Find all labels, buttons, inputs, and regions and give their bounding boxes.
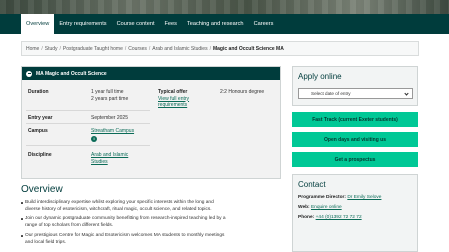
breadcrumb-pgt-home[interactable]: Postgraduate Taught home bbox=[63, 46, 123, 52]
discipline-link-line2[interactable]: Studies bbox=[91, 159, 108, 166]
nav-tab-teaching-research[interactable]: Teaching and research bbox=[182, 14, 249, 34]
breadcrumb-separator: / bbox=[41, 45, 43, 52]
overview-bullet-text: Join our dynamic postgraduate community … bbox=[25, 216, 226, 221]
overview-heading: Overview bbox=[21, 184, 63, 195]
breadcrumb-arab-islamic[interactable]: Arab and Islamic Studies bbox=[152, 46, 207, 52]
entry-date-select-value: Select date of entry bbox=[311, 91, 351, 96]
chevron-down-icon bbox=[404, 90, 409, 96]
overview-bullet-continued: and local field trips. bbox=[25, 240, 287, 246]
collapse-icon[interactable] bbox=[26, 70, 32, 77]
hero-image-strip bbox=[0, 0, 449, 14]
web-row: Web: Enquire online bbox=[298, 205, 342, 210]
duration-part-time: 2 years part time bbox=[91, 95, 129, 102]
nav-tab-fees[interactable]: Fees bbox=[160, 14, 182, 34]
breadcrumb-home[interactable]: Home bbox=[26, 46, 39, 52]
phone-label: Phone: bbox=[298, 215, 315, 220]
overview-bullet-text: and local field trips. bbox=[25, 240, 67, 245]
typical-offer-value: 2:2 Honours degree bbox=[220, 89, 265, 95]
prospectus-button[interactable]: Get a prospectus bbox=[292, 152, 418, 167]
overview-bullet: Build interdisciplinary expertise whilst… bbox=[21, 200, 287, 206]
entry-year-value: September 2025 bbox=[91, 115, 128, 121]
phone-link[interactable]: +44 (0)1392 72 72 72 bbox=[316, 215, 362, 220]
web-label: Web: bbox=[298, 205, 310, 210]
panel-title: MA Magic and Occult Science bbox=[36, 70, 107, 77]
bullet-dot bbox=[21, 235, 23, 237]
campus-link[interactable]: Streatham Campus bbox=[91, 128, 134, 135]
overview-bullet-text: diverse history of esotericism, witchcra… bbox=[25, 207, 212, 212]
panel-body: Duration 1 year full time 2 years part t… bbox=[22, 80, 280, 178]
contact-box: Contact Programme Director: Dr Emily Sel… bbox=[292, 174, 418, 252]
breadcrumb-separator: / bbox=[209, 45, 211, 52]
bullet-dot bbox=[21, 202, 23, 204]
programme-director-row: Programme Director: Dr Emily Selove bbox=[298, 195, 381, 200]
phone-row: Phone: +44 (0)1392 72 72 72 bbox=[298, 215, 362, 220]
open-days-button[interactable]: Open days and visiting us bbox=[292, 132, 418, 147]
programme-director-link[interactable]: Dr Emily Selove bbox=[347, 195, 381, 200]
fast-track-button[interactable]: Fast Track (current Exeter students) bbox=[292, 112, 418, 127]
entry-date-select[interactable]: Select date of entry bbox=[298, 88, 413, 99]
course-key-info-panel: MA Magic and Occult Science Duration 1 y… bbox=[21, 66, 281, 179]
entry-requirements-link-line2[interactable]: requirements bbox=[158, 102, 187, 109]
breadcrumb-separator: / bbox=[148, 45, 151, 52]
contact-title: Contact bbox=[298, 180, 326, 189]
breadcrumb-study[interactable]: Study bbox=[45, 46, 58, 52]
divider bbox=[26, 110, 150, 111]
programme-director-label: Programme Director: bbox=[298, 195, 346, 200]
overview-bullet: Our prestigious Centre for Magic and Eso… bbox=[21, 233, 287, 239]
campus-label: Campus bbox=[28, 128, 48, 134]
overview-bullet-continued: diverse history of esotericism, witchcra… bbox=[25, 207, 287, 213]
breadcrumb-current: Magic and Occult Science MA bbox=[212, 45, 284, 52]
course-nav: Overview Entry requirements Course conte… bbox=[0, 14, 449, 34]
overview-bullet-text: Our prestigious Centre for Magic and Eso… bbox=[25, 233, 225, 238]
panel-header[interactable]: MA Magic and Occult Science bbox=[22, 67, 280, 80]
nav-tab-course-content[interactable]: Course content bbox=[112, 14, 160, 34]
overview-bullet-text: range of top scholars from different fie… bbox=[25, 223, 114, 228]
nav-tab-careers[interactable]: Careers bbox=[249, 14, 279, 34]
nav-tab-entry-requirements[interactable]: Entry requirements bbox=[54, 14, 111, 34]
breadcrumb-separator: / bbox=[124, 45, 127, 52]
enquire-online-link[interactable]: Enquire online bbox=[311, 205, 342, 210]
info-icon[interactable]: i bbox=[91, 135, 97, 142]
bullet-dot bbox=[21, 218, 23, 220]
overview-bullet-continued: range of top scholars from different fie… bbox=[25, 223, 287, 229]
breadcrumb: Home / Study / Postgraduate Taught home / C… bbox=[21, 41, 419, 56]
discipline-label: Discipline bbox=[28, 152, 52, 158]
breadcrumb-separator: / bbox=[59, 45, 61, 52]
duration-label: Duration bbox=[28, 89, 49, 95]
overview-bullet: Join our dynamic postgraduate community … bbox=[21, 216, 287, 222]
nav-tab-overview[interactable]: Overview bbox=[21, 14, 55, 34]
breadcrumb-courses[interactable]: Courses bbox=[128, 46, 147, 52]
overview-bullet-text: Build interdisciplinary expertise whilst… bbox=[25, 200, 214, 205]
typical-offer-label: Typical offer bbox=[158, 89, 188, 95]
divider bbox=[26, 145, 150, 146]
apply-online-title: Apply online bbox=[298, 72, 342, 81]
divider bbox=[26, 123, 150, 124]
entry-year-label: Entry year bbox=[28, 115, 53, 121]
apply-online-box: Apply online Select date of entry bbox=[292, 66, 418, 106]
